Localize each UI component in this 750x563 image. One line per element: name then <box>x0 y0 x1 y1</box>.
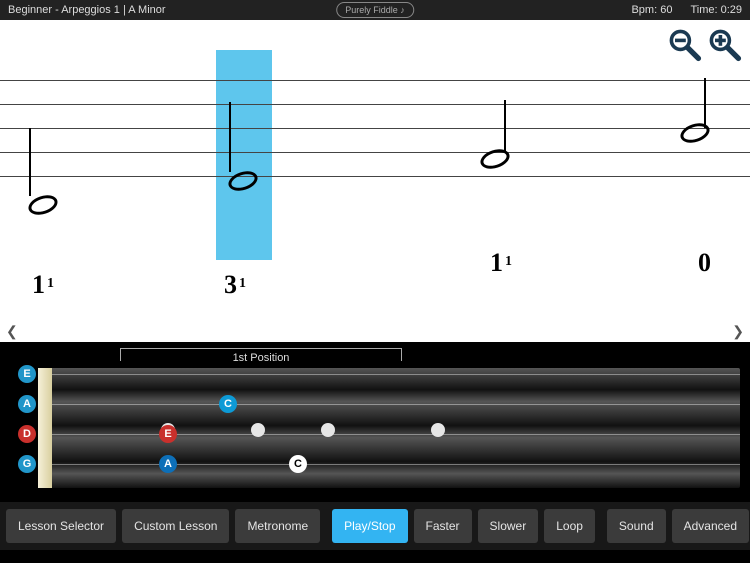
fingering-label: 11 <box>490 248 512 278</box>
string-label-g: G <box>18 455 36 473</box>
string-line <box>52 434 740 435</box>
fingering-label: 11 <box>32 270 54 300</box>
note-stem <box>504 100 506 152</box>
string-line <box>52 404 740 405</box>
fret-note-a: A <box>159 455 177 473</box>
metronome-button[interactable]: Metronome <box>235 509 320 543</box>
position-label: 1st Position <box>217 352 305 364</box>
note-stem <box>29 128 31 196</box>
zoom-in-icon[interactable] <box>706 26 742 62</box>
slower-button[interactable]: Slower <box>478 509 539 543</box>
fretboard-area: 1st Position EADG CEAC <box>0 342 750 502</box>
score-area: ❮ ❯ 11 31 11 0 <box>0 20 750 342</box>
custom-lesson-button[interactable]: Custom Lesson <box>122 509 229 543</box>
note-stem <box>229 102 231 172</box>
string-line <box>52 464 740 465</box>
app-logo: Purely Fiddle ♪ <box>336 2 414 18</box>
fretboard <box>38 368 740 488</box>
fretboard-nut <box>38 368 52 488</box>
advanced-button[interactable]: Advanced <box>672 509 749 543</box>
bottom-toolbar: Lesson Selector Custom Lesson Metronome … <box>0 502 750 550</box>
fret-marker <box>321 423 335 437</box>
fret-marker <box>251 423 265 437</box>
time-display: Time: 0:29 <box>690 4 742 16</box>
lesson-title: Beginner - Arpeggios 1 | A Minor <box>8 4 166 16</box>
position-bracket: 1st Position <box>120 348 402 361</box>
sound-button[interactable]: Sound <box>607 509 666 543</box>
string-label-a: A <box>18 395 36 413</box>
next-page-icon[interactable]: ❯ <box>732 323 744 340</box>
prev-page-icon[interactable]: ❮ <box>6 323 18 340</box>
fingering-label: 0 <box>698 248 711 278</box>
staff <box>0 80 750 200</box>
fret-note-e: E <box>159 425 177 443</box>
fret-marker <box>431 423 445 437</box>
loop-button[interactable]: Loop <box>544 509 595 543</box>
string-label-e: E <box>18 365 36 383</box>
staff-line <box>0 152 750 153</box>
fingering-label: 31 <box>224 270 246 300</box>
fret-note-c: C <box>289 455 307 473</box>
lesson-selector-button[interactable]: Lesson Selector <box>6 509 116 543</box>
string-line <box>52 374 740 375</box>
staff-line <box>0 104 750 105</box>
fret-note-c: C <box>219 395 237 413</box>
staff-line <box>0 128 750 129</box>
staff-line <box>0 80 750 81</box>
play-stop-button[interactable]: Play/Stop <box>332 509 407 543</box>
string-label-d: D <box>18 425 36 443</box>
top-bar: Beginner - Arpeggios 1 | A Minor Purely … <box>0 0 750 20</box>
bpm-display: Bpm: 60 <box>631 4 672 16</box>
faster-button[interactable]: Faster <box>414 509 472 543</box>
staff-line <box>0 176 750 177</box>
note-stem <box>704 78 706 128</box>
zoom-out-icon[interactable] <box>666 26 702 62</box>
